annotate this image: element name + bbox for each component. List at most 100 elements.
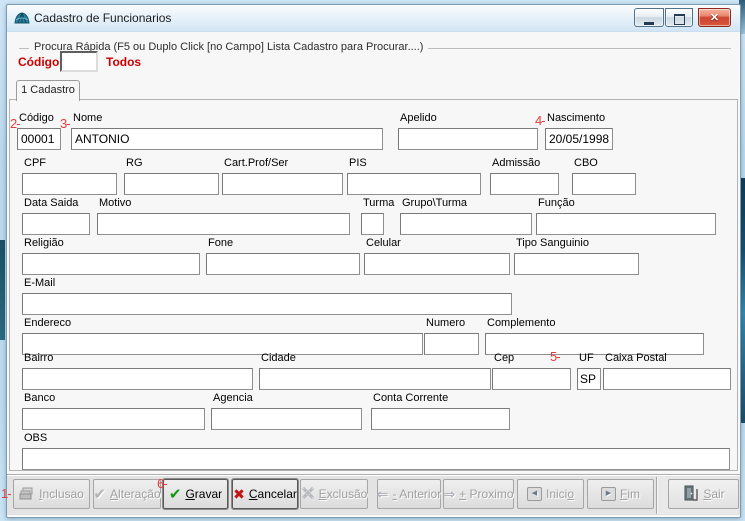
admissao-input[interactable] [490,173,559,195]
cpf-input[interactable] [22,173,117,195]
uf-input[interactable] [577,368,601,390]
endereco-label: Endereco [22,317,423,330]
nome-input[interactable] [71,128,383,150]
grupo-turma-label: Grupo\Turma [400,197,532,210]
inicio-button[interactable]: ◀ Inicio [517,479,584,509]
fim-button[interactable]: ▶ Fim [587,479,654,509]
celular-label: Celular [364,237,510,250]
search-codigo-input[interactable] [60,51,98,72]
bairro-input[interactable] [22,368,253,390]
cartprof-input[interactable] [222,173,343,195]
exclusao-label: Exclusão [319,487,368,501]
conta-corrente-label: Conta Corrente [371,392,510,405]
banco-label: Banco [22,392,205,405]
anterior-label: - Anterior [393,487,442,501]
email-label: E-Mail [22,277,512,290]
field-admissao: Admissão [490,157,559,195]
sair-label: Sair [703,487,724,501]
field-data-saida: Data Saida [22,197,90,235]
pis-input[interactable] [347,173,481,195]
close-button[interactable]: ✕ [698,8,731,27]
close-icon: ✕ [699,9,730,27]
rg-label: RG [124,157,219,170]
obs-input[interactable] [22,448,730,470]
gravar-icon: ✔ [169,487,182,502]
tipo-sanguinio-input[interactable] [514,253,639,275]
field-pis: PIS [347,157,481,195]
nascimento-label: Nascimento [545,112,613,125]
complemento-label: Complemento [485,317,704,330]
field-tipo-sanguinio: Tipo Sanguinio [514,237,639,275]
banco-input[interactable] [22,408,205,430]
field-email: E-Mail [22,277,512,315]
field-cbo: CBO [572,157,636,195]
maximize-icon [674,14,685,25]
cancelar-button[interactable]: ✖ Cancelar [232,479,298,509]
grupo-turma-input[interactable] [400,213,532,235]
bairro-label: Bairro [22,352,253,365]
funcao-input[interactable] [536,213,716,235]
minimize-button[interactable] [634,8,664,27]
minimize-icon [644,22,654,25]
rg-input[interactable] [124,173,219,195]
field-rg: RG [124,157,219,195]
motivo-input[interactable] [97,213,350,235]
cartprof-label: Cart.Prof/Ser [222,157,343,170]
proximo-label: + Proximo [459,487,513,501]
data-saida-input[interactable] [22,213,90,235]
religiao-input[interactable] [22,253,200,275]
field-conta-corrente: Conta Corrente [371,392,510,430]
data-saida-label: Data Saida [22,197,90,210]
proximo-button[interactable]: ⇒ + Proximo [443,479,514,509]
apelido-input[interactable] [398,128,538,150]
inicio-label: Inicio [546,487,574,501]
search-todos-label: Todos [106,55,141,69]
tab-cadastro[interactable]: 1 Cadastro [16,80,80,101]
fone-input[interactable] [206,253,360,275]
cidade-input[interactable] [259,368,491,390]
field-numero: Numero [424,317,479,355]
annotation-2: 2- [10,116,20,131]
button-panel: Inclusao ✔ Alteração ✔ Gravar ✖ Cancelar… [7,474,740,515]
annotation-6: 6- [157,476,167,491]
caixa-postal-label: Caixa Postal [603,352,731,365]
search-codigo-label: Código [18,55,59,69]
turma-label: Turma [361,197,384,210]
numero-label: Numero [424,317,479,330]
field-nome: Nome [71,112,383,150]
nascimento-input[interactable] [545,128,613,150]
gravar-button[interactable]: ✔ Gravar [163,479,228,509]
maximize-button[interactable] [665,8,693,27]
fim-icon: ▶ [601,487,616,501]
window-title: Cadastro de Funcionarios [34,11,171,25]
email-input[interactable] [22,293,512,315]
fim-label: Fim [620,487,640,501]
field-banco: Banco [22,392,205,430]
agencia-input[interactable] [211,408,362,430]
exclusao-button[interactable]: Exclusão [300,479,368,509]
anterior-button[interactable]: ⇐ - Anterior [377,479,441,509]
anterior-icon: ⇐ [377,487,389,501]
sair-button[interactable]: Sair [668,479,739,509]
uf-label: UF [577,352,601,365]
caixa-postal-input[interactable] [603,368,731,390]
inclusao-label: Inclusao [39,487,84,501]
field-obs: OBS [22,432,730,470]
codigo-input[interactable] [17,128,61,150]
cep-input[interactable] [492,368,571,390]
cancelar-label: Cancelar [249,487,297,501]
tipo-sanguinio-label: Tipo Sanguinio [514,237,639,250]
cbo-input[interactable] [572,173,636,195]
inicio-icon: ◀ [527,487,542,501]
turma-input[interactable] [361,213,384,235]
inclusao-button[interactable]: Inclusao [13,479,90,509]
inclusao-icon [19,487,35,502]
title-bar[interactable]: Cadastro de Funcionarios ✕ [7,5,740,32]
field-cartprof: Cart.Prof/Ser [222,157,343,195]
cidade-label: Cidade [259,352,491,365]
field-endereco: Endereco [22,317,423,355]
alteracao-button[interactable]: ✔ Alteração [93,479,161,509]
celular-input[interactable] [364,253,510,275]
conta-corrente-input[interactable] [371,408,510,430]
nome-label: Nome [71,112,383,125]
